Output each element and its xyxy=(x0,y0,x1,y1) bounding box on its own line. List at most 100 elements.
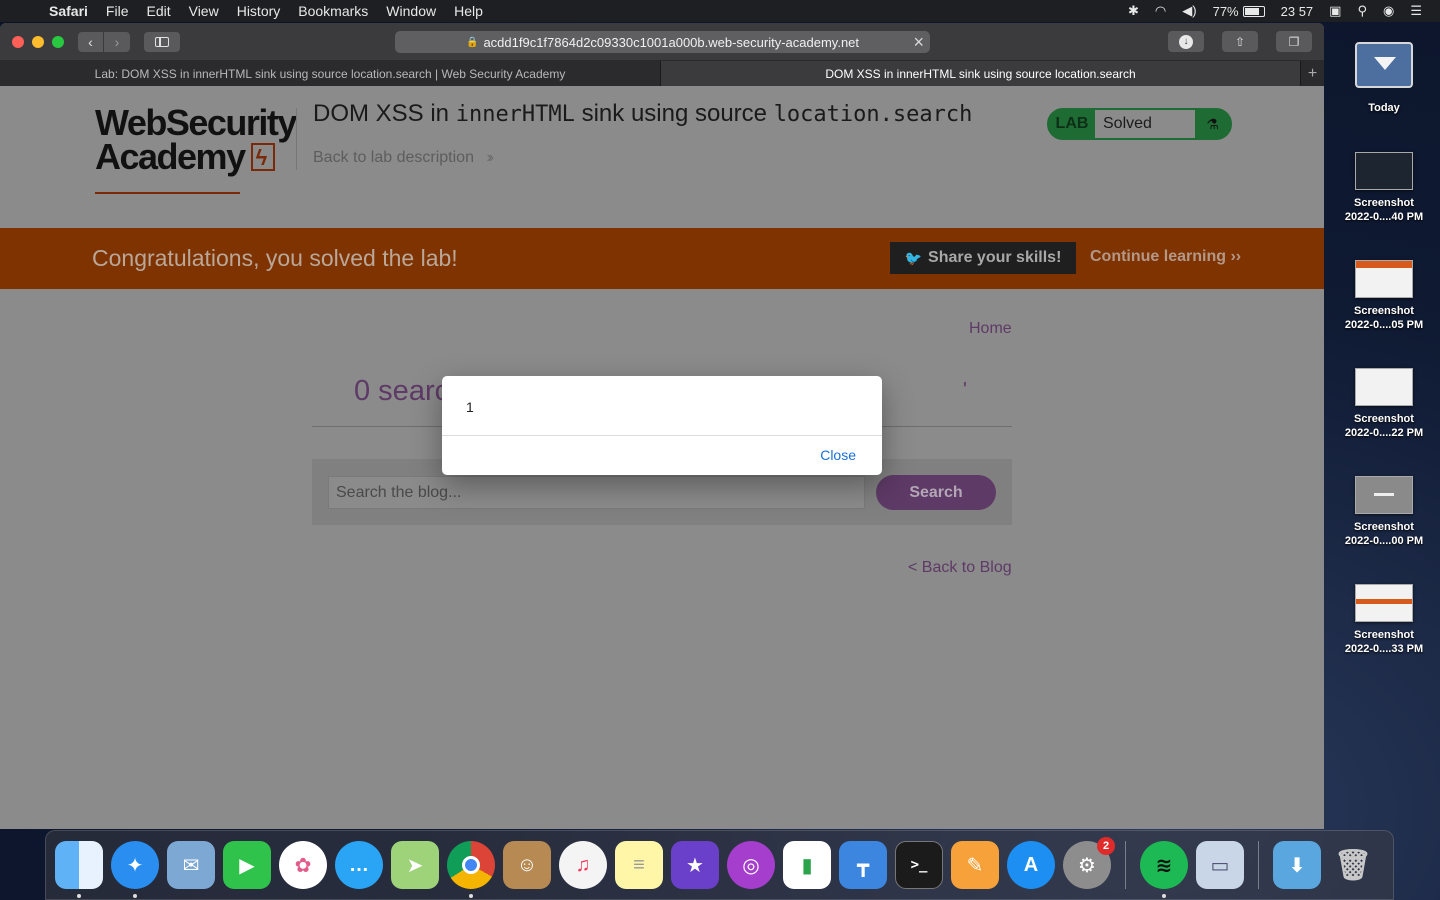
notification-center-icon[interactable]: ☰ xyxy=(1402,3,1430,19)
fullscreen-window-button[interactable] xyxy=(52,35,64,48)
congratulations-banner: Congratulations, you solved the lab! 🐦 S… xyxy=(0,228,1324,289)
screenshot-name-line1: Screenshot xyxy=(1354,629,1414,641)
flask-icon: ⚗ xyxy=(1206,115,1219,132)
share-button[interactable]: ⇧ xyxy=(1222,31,1258,52)
forward-button[interactable]: › xyxy=(104,31,130,52)
menu-bookmarks[interactable]: Bookmarks xyxy=(289,3,377,19)
window-controls xyxy=(12,35,64,48)
today-folder-icon[interactable] xyxy=(1355,42,1413,88)
menu-window[interactable]: Window xyxy=(377,3,445,19)
siri-icon[interactable]: ◉ xyxy=(1375,3,1402,19)
lab-status-label: LAB xyxy=(1055,115,1089,132)
menubar-clock[interactable]: 23 57 xyxy=(1273,4,1322,19)
photos-icon[interactable]: ✿ xyxy=(279,841,327,889)
double-chevron-right-icon: ›› xyxy=(486,149,493,166)
stop-loading-icon[interactable]: × xyxy=(913,32,924,52)
congratulations-message: Congratulations, you solved the lab! xyxy=(92,245,458,271)
tab-overview-button[interactable]: ❐ xyxy=(1276,31,1312,52)
close-window-button[interactable] xyxy=(12,35,24,48)
bluetooth-icon[interactable]: ✱ xyxy=(1120,3,1147,19)
share-skills-label: Share your skills! xyxy=(928,249,1062,266)
trash-icon[interactable]: 🗑 xyxy=(1329,841,1377,889)
back-to-lab-description-link[interactable]: Back to lab description ›› xyxy=(313,149,494,167)
screenshot-name-line2: 2022-0....00 PM xyxy=(1344,535,1424,547)
pages-icon[interactable]: ✎ xyxy=(951,841,999,889)
logo-line-1: WebSecurity xyxy=(95,102,297,143)
web-security-academy-logo[interactable]: WebSecurity Academy xyxy=(95,102,297,194)
logo-bolt-icon xyxy=(250,141,275,175)
address-bar[interactable]: 🔒 acdd1f9c1f7864d2c09330c1001a000b.web-s… xyxy=(395,31,930,53)
menu-history[interactable]: History xyxy=(228,3,290,19)
back-button[interactable]: ‹ xyxy=(78,31,104,52)
battery-status[interactable]: 77% xyxy=(1205,4,1273,19)
desktop-screenshot-2[interactable]: Screenshot 2022-0....05 PM xyxy=(1329,260,1439,332)
menu-help[interactable]: Help xyxy=(445,3,492,19)
screenshot-name-line2: 2022-0....22 PM xyxy=(1344,427,1424,439)
desktop-screenshot-4[interactable]: Screenshot 2022-0....00 PM xyxy=(1329,476,1439,548)
home-link[interactable]: Home xyxy=(969,320,1012,338)
today-folder-label-wrap[interactable]: Today xyxy=(1329,101,1439,115)
input-source-icon[interactable]: ▣ xyxy=(1321,3,1349,19)
downloads-button[interactable]: ↓ xyxy=(1168,31,1204,52)
tab-lab-description[interactable]: Lab: DOM XSS in innerHTML sink using sou… xyxy=(0,61,661,86)
podcasts-icon[interactable]: ◎ xyxy=(727,841,775,889)
lab-title-code-source: location.search xyxy=(773,102,973,127)
terminal-icon[interactable]: >_ xyxy=(895,841,943,889)
lab-status-value: Solved xyxy=(1095,110,1195,138)
continue-learning-link[interactable]: Continue learning ›› xyxy=(1090,248,1241,266)
messages-icon[interactable]: … xyxy=(335,841,383,889)
lab-status-widget: LAB Solved ⚗ xyxy=(1047,108,1232,140)
preview-icon[interactable]: ▭ xyxy=(1196,841,1244,889)
screenshot-thumbnail xyxy=(1355,152,1413,190)
desktop-screenshot-3[interactable]: Screenshot 2022-0....22 PM xyxy=(1329,368,1439,440)
alert-close-button[interactable]: Close xyxy=(820,447,856,463)
lab-title-prefix: DOM XSS in xyxy=(313,100,456,127)
battery-icon xyxy=(1242,5,1265,17)
screenshot-thumbnail xyxy=(1355,260,1413,298)
notes-icon[interactable]: ≡ xyxy=(615,841,663,889)
toolbar-right-buttons: ↓ ⇧ ❐ xyxy=(1168,31,1312,52)
tab-lab-active[interactable]: DOM XSS in innerHTML sink using source l… xyxy=(661,61,1301,86)
dock-separator xyxy=(1125,841,1126,889)
system-preferences-icon[interactable]: ⚙ 2 xyxy=(1063,837,1115,889)
volume-icon[interactable]: ◀) xyxy=(1174,3,1204,19)
search-input[interactable]: Search the blog... xyxy=(328,476,865,509)
minimize-window-button[interactable] xyxy=(32,35,44,48)
blog-area: Home 0 search results for ' ' Search the… xyxy=(0,289,1324,829)
keynote-icon[interactable]: ┳ xyxy=(839,841,887,889)
wifi-icon[interactable]: ◠ xyxy=(1147,3,1174,19)
safari-icon[interactable]: ✦ xyxy=(111,841,159,898)
menu-file[interactable]: File xyxy=(97,3,138,19)
numbers-icon[interactable]: ▮ xyxy=(783,841,831,889)
tab-overview-icon: ❐ xyxy=(1288,34,1300,49)
music-icon[interactable]: ♫ xyxy=(559,841,607,889)
share-skills-button[interactable]: 🐦 Share your skills! xyxy=(890,242,1076,274)
chrome-icon[interactable] xyxy=(447,841,495,898)
menu-app-safari[interactable]: Safari xyxy=(40,3,97,19)
desktop-screenshot-5[interactable]: Screenshot 2022-0....33 PM xyxy=(1329,584,1439,656)
screenshot-thumbnail xyxy=(1355,368,1413,406)
new-tab-button[interactable]: + xyxy=(1301,61,1324,86)
back-to-blog-link[interactable]: < Back to Blog xyxy=(908,559,1012,577)
imovie-icon[interactable]: ★ xyxy=(671,841,719,889)
menu-view[interactable]: View xyxy=(180,3,228,19)
alert-separator xyxy=(442,435,882,436)
facetime-icon[interactable]: ▶ xyxy=(223,841,271,889)
spotlight-search-icon[interactable]: ⚲ xyxy=(1349,3,1375,19)
spotify-icon[interactable]: ≋ xyxy=(1140,841,1188,898)
desktop-screenshot-1[interactable]: Screenshot 2022-0....40 PM xyxy=(1329,152,1439,224)
downloads-icon[interactable]: ⬇ xyxy=(1273,841,1321,889)
app-store-icon[interactable]: A xyxy=(1007,841,1055,889)
screenshot-name-line2: 2022-0....05 PM xyxy=(1344,319,1424,331)
academy-header: WebSecurity Academy DOM XSS in innerHTML… xyxy=(0,86,1324,228)
maps-icon[interactable]: ➤ xyxy=(391,841,439,889)
sidebar-toggle-button[interactable] xyxy=(144,31,180,52)
finder-icon[interactable] xyxy=(55,841,103,898)
mail-icon[interactable]: ✉ xyxy=(167,841,215,889)
dock: ✦ ✉ ▶ ✿ … ➤ ☺ ♫ ≡ ★ ◎ ▮ ┳ >_ ✎ A ⚙ 2 ≋ ▭ … xyxy=(45,830,1394,900)
contacts-icon[interactable]: ☺ xyxy=(503,841,551,889)
search-button[interactable]: Search xyxy=(876,475,996,510)
back-to-lab-description-text: Back to lab description xyxy=(313,149,474,166)
screenshot-name-line2: 2022-0....33 PM xyxy=(1344,643,1424,655)
menu-edit[interactable]: Edit xyxy=(137,3,179,19)
